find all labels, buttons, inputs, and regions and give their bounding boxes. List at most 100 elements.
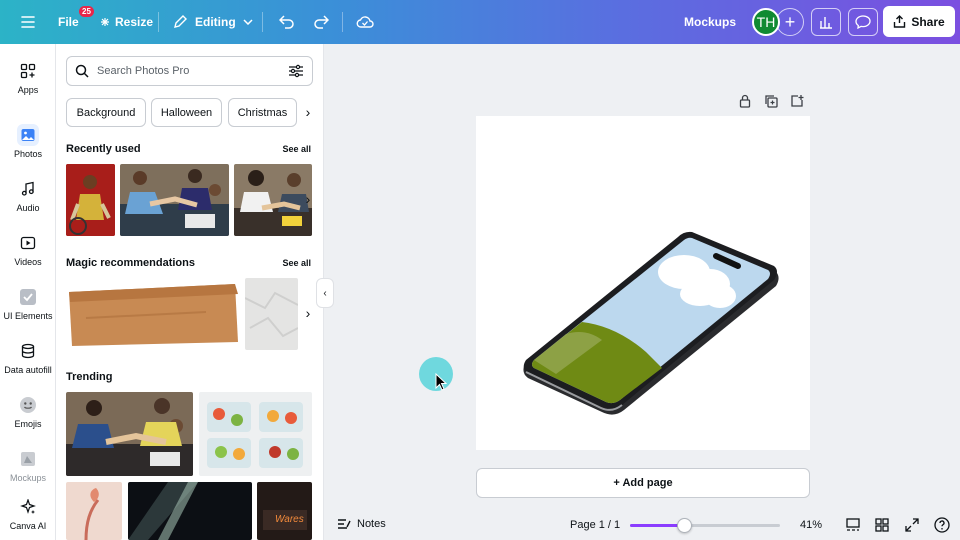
chevron-right-icon[interactable]: › xyxy=(300,104,316,120)
chevron-left-icon: ‹ xyxy=(323,287,327,299)
rail-label: Mockups xyxy=(9,473,46,483)
rail-item-mockups[interactable]: Mockups xyxy=(0,448,56,483)
share-button[interactable]: Share xyxy=(883,6,955,37)
chip-label: Background xyxy=(76,106,136,119)
mockups-title[interactable]: Mockups xyxy=(684,13,736,31)
phone-mockup[interactable] xyxy=(476,116,810,450)
mockups-label: Mockups xyxy=(684,15,737,29)
menu-icon[interactable] xyxy=(18,13,38,31)
rail-item-photos[interactable]: Photos xyxy=(0,124,56,159)
mouse-cursor-icon xyxy=(435,373,447,391)
mockups-icon xyxy=(17,448,39,470)
chip-label: Christmas xyxy=(237,106,288,119)
rail-label: Apps xyxy=(17,85,39,95)
editing-label: Editing xyxy=(195,15,236,29)
photo-thumbnail[interactable] xyxy=(120,164,229,236)
rail-item-canva-ai[interactable]: Canva AI xyxy=(0,496,56,531)
notes-icon xyxy=(338,519,351,529)
notes-button[interactable]: Notes xyxy=(337,518,386,530)
apps-icon xyxy=(17,60,39,82)
plus-icon: + xyxy=(784,11,796,32)
design-page[interactable] xyxy=(476,116,810,450)
audio-icon xyxy=(17,178,39,200)
filter-icon[interactable] xyxy=(288,64,304,78)
avatar-initials: TH xyxy=(756,14,776,30)
fullscreen-icon[interactable] xyxy=(904,517,920,533)
search-icon xyxy=(75,64,89,78)
page-view-icon[interactable] xyxy=(845,517,861,533)
photo-thumbnail[interactable] xyxy=(66,164,115,236)
rail-label: Canva AI xyxy=(9,521,47,531)
resize-button[interactable]: Resize xyxy=(100,13,153,31)
photos-panel: Search Photos Pro Background Halloween C… xyxy=(56,44,324,540)
zoom-level[interactable]: 41% xyxy=(800,519,822,531)
rail-item-apps[interactable]: Apps xyxy=(0,60,56,95)
chip-halloween[interactable]: Halloween xyxy=(151,98,222,127)
file-menu[interactable]: File xyxy=(58,13,79,31)
chevron-right-icon[interactable]: › xyxy=(300,305,316,321)
rail-label: Videos xyxy=(14,257,42,267)
comments-button[interactable] xyxy=(848,8,878,36)
add-page-button[interactable]: + Add page xyxy=(476,468,810,498)
see-all-link[interactable]: See all xyxy=(282,144,311,154)
insights-button[interactable] xyxy=(811,8,841,36)
chip-christmas[interactable]: Christmas xyxy=(228,98,297,127)
comment-icon xyxy=(855,15,871,29)
search-input[interactable]: Search Photos Pro xyxy=(97,65,288,77)
rail-item-ui-elements[interactable]: UI Elements xyxy=(0,286,56,321)
share-icon xyxy=(894,15,906,28)
divider xyxy=(342,12,343,32)
photo-thumbnail[interactable] xyxy=(66,482,122,540)
see-all-link[interactable]: See all xyxy=(282,258,311,268)
zoom-slider[interactable] xyxy=(630,518,780,533)
rail-label: Photos xyxy=(13,149,43,159)
rail-item-videos[interactable]: Videos xyxy=(0,232,56,267)
file-label: File xyxy=(58,15,79,29)
duplicate-page-icon[interactable] xyxy=(764,94,780,110)
editing-mode-dropdown[interactable]: Editing xyxy=(172,12,253,32)
ui-elements-icon xyxy=(17,286,39,308)
pencil-icon xyxy=(174,15,187,28)
chevron-down-icon xyxy=(243,19,253,25)
search-bar[interactable]: Search Photos Pro xyxy=(66,56,313,86)
rail-item-audio[interactable]: Audio xyxy=(0,178,56,213)
rail-item-data-autofill[interactable]: Data autofill xyxy=(0,340,56,375)
rail-item-emojis[interactable]: Emojis xyxy=(0,394,56,429)
resize-icon xyxy=(101,18,109,26)
cloud-save-icon[interactable] xyxy=(355,13,375,31)
videos-icon xyxy=(17,232,39,254)
collapse-panel-button[interactable]: ‹ xyxy=(316,278,334,308)
photos-icon xyxy=(17,124,39,146)
thumbnail-text: Wares xyxy=(275,514,304,525)
zoom-slider-handle[interactable] xyxy=(677,518,692,533)
section-title-recently-used: Recently used xyxy=(66,143,141,155)
grid-view-icon[interactable] xyxy=(874,517,890,533)
photo-thumbnail[interactable] xyxy=(66,278,241,350)
add-page-icon[interactable] xyxy=(790,94,806,110)
chip-background[interactable]: Background xyxy=(66,98,146,127)
undo-icon[interactable] xyxy=(278,13,296,31)
photo-thumbnail[interactable] xyxy=(199,392,312,476)
photo-thumbnail[interactable]: Wares xyxy=(257,482,312,540)
resize-label: Resize xyxy=(115,15,154,29)
photo-thumbnail[interactable] xyxy=(66,392,193,476)
rail-label: UI Elements xyxy=(3,311,53,321)
chip-label: Halloween xyxy=(160,106,213,119)
photo-thumbnail[interactable] xyxy=(128,482,252,540)
section-title-magic-recommendations: Magic recommendations xyxy=(66,257,195,269)
help-icon[interactable] xyxy=(934,517,950,533)
chevron-right-icon[interactable]: › xyxy=(300,191,316,207)
notification-badge: 25 xyxy=(79,6,94,17)
redo-icon[interactable] xyxy=(312,13,330,31)
divider xyxy=(262,12,263,32)
divider xyxy=(158,12,159,32)
avatar[interactable]: TH xyxy=(752,8,780,36)
left-rail: Apps Photos Audio Videos UI Elements Dat… xyxy=(0,44,56,540)
rail-label: Audio xyxy=(16,203,40,213)
top-bar: File 25 Resize Editing Mockups + TH Shar… xyxy=(0,0,960,44)
page-indicator[interactable]: Page 1 / 1 xyxy=(570,519,620,531)
bottom-bar: Notes Page 1 / 1 41% xyxy=(325,510,960,540)
photo-thumbnail[interactable] xyxy=(245,278,298,350)
lock-icon[interactable] xyxy=(738,94,754,110)
add-collaborator-button[interactable]: + xyxy=(776,8,804,36)
